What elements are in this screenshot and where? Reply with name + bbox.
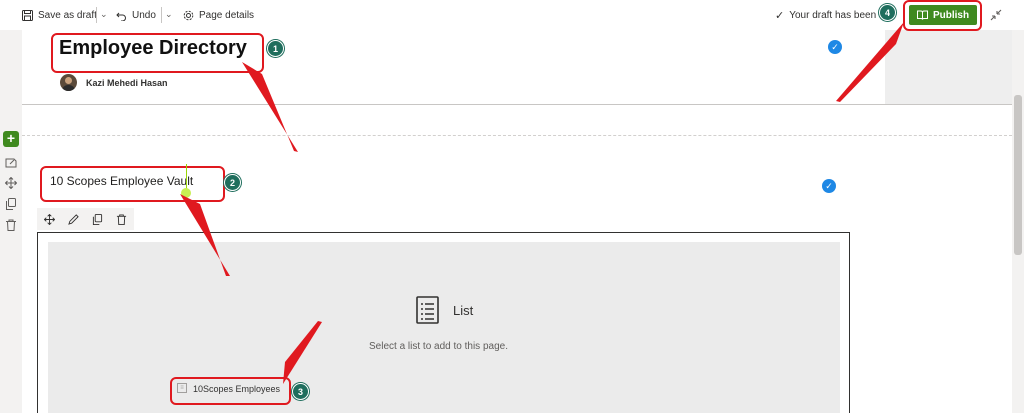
arrow-to-title (242, 62, 298, 152)
arrow-to-webpart-title (180, 194, 230, 276)
annotation-arrows (180, 22, 904, 384)
arrow-to-publish (836, 22, 904, 102)
arrow-to-list-option (283, 321, 322, 384)
